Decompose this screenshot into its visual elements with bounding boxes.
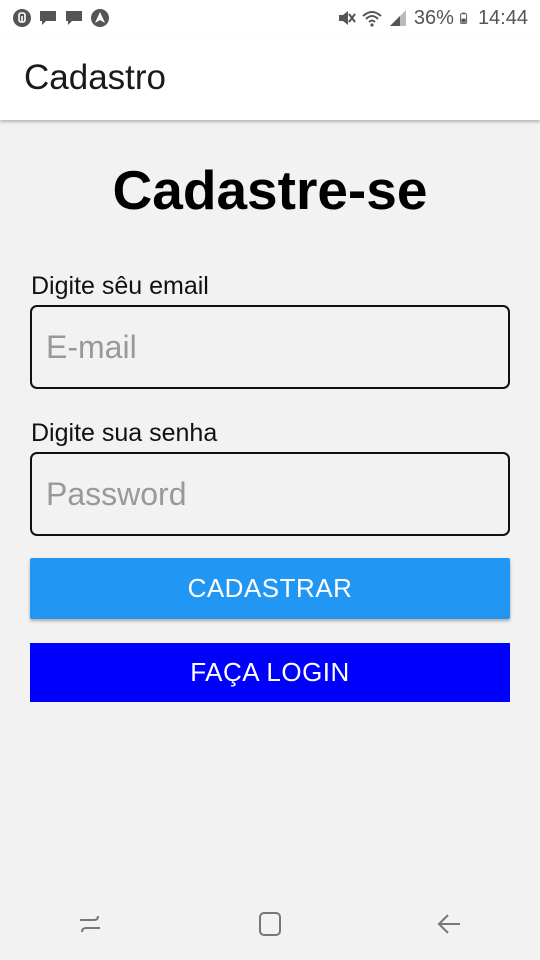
battery-percentage: 36% xyxy=(413,6,454,29)
screen: 36% 14:44 Cadastro Cadastre-se Digite sê… xyxy=(0,0,540,960)
notification-app-icon xyxy=(13,9,31,27)
clock: 14:44 xyxy=(477,6,528,29)
page-title: Cadastre-se xyxy=(112,159,428,221)
home-icon xyxy=(259,912,281,936)
signal-icon xyxy=(389,10,406,26)
app-bar-title: Cadastro xyxy=(24,58,167,97)
app-bar: Cadastro xyxy=(0,36,540,120)
recent-apps-icon xyxy=(80,915,100,933)
email-field[interactable] xyxy=(30,305,510,389)
wifi-icon xyxy=(362,11,382,27)
email-label: Digite sêu email xyxy=(31,272,209,300)
password-field[interactable] xyxy=(30,452,510,536)
status-right-icons: 36% 14:44 xyxy=(336,7,528,30)
recent-apps-button[interactable] xyxy=(60,894,120,954)
home-button[interactable] xyxy=(240,894,300,954)
navigation-bar xyxy=(0,888,540,960)
back-icon xyxy=(437,914,460,934)
password-label: Digite sua senha xyxy=(31,419,218,447)
status-bar: 36% 14:44 xyxy=(0,0,540,36)
register-button[interactable]: CADASTRAR xyxy=(30,558,510,619)
chat-icon xyxy=(40,11,56,25)
back-button[interactable] xyxy=(420,894,480,954)
navigation-icon xyxy=(91,9,109,27)
status-left-icons xyxy=(12,8,110,28)
login-button[interactable]: FAÇA LOGIN xyxy=(30,643,510,702)
battery-icon xyxy=(460,12,468,24)
mute-icon xyxy=(338,11,356,25)
chat-icon xyxy=(66,11,82,25)
